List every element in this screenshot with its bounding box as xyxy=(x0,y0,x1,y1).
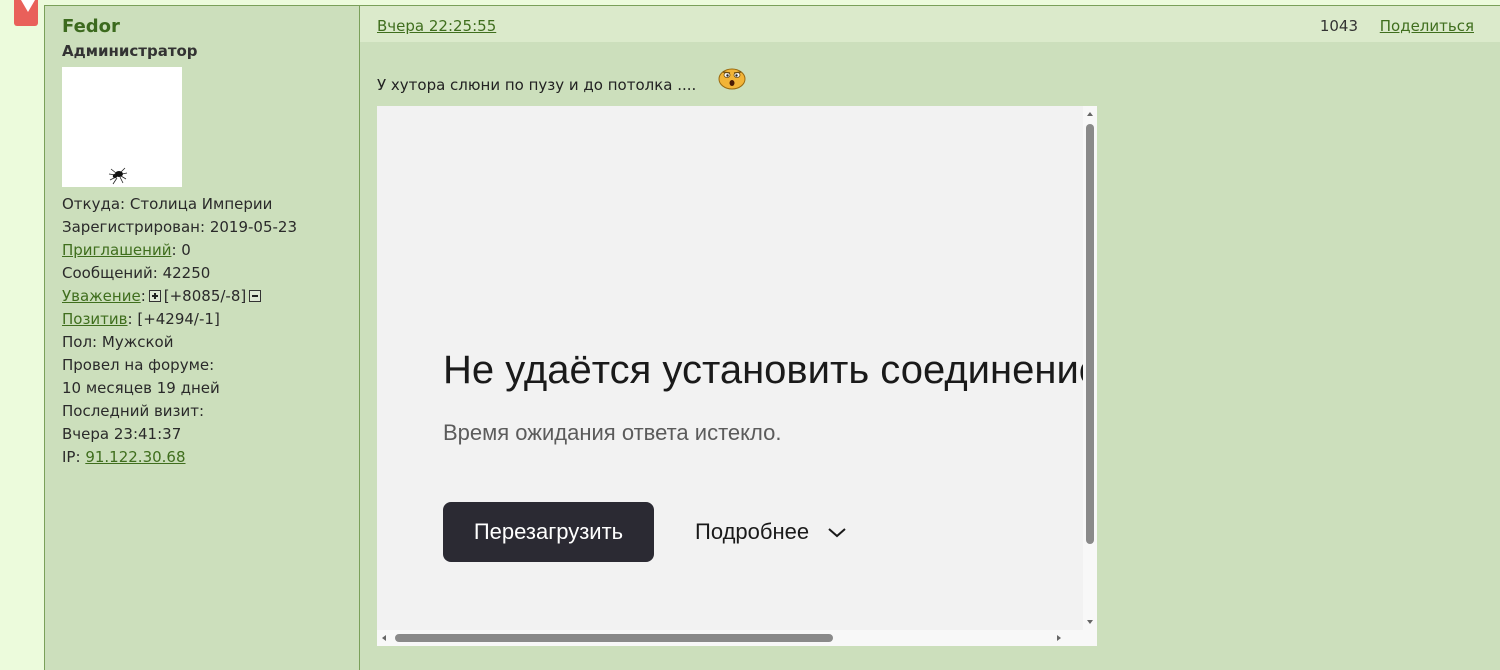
post-content: Вчера 22:25:55 1043 Поделиться У хутора … xyxy=(360,6,1500,670)
scroll-right-icon[interactable] xyxy=(1055,634,1063,642)
author-positive: Позитив: [+4294/-1] xyxy=(62,308,359,331)
error-subtitle: Время ожидания ответа истекло. xyxy=(443,420,782,445)
registered-value: 2019-05-23 xyxy=(209,218,298,236)
vertical-scroll-thumb[interactable] xyxy=(1086,124,1094,544)
author-respect: Уважение: [+8085/-8] xyxy=(62,285,359,308)
scroll-down-icon[interactable] xyxy=(1086,618,1094,626)
reload-button[interactable]: Перезагрузить xyxy=(443,502,654,562)
messages-value: 42250 xyxy=(162,264,211,282)
post-header: Вчера 22:25:55 1043 Поделиться xyxy=(360,6,1500,42)
post-date-link[interactable]: Вчера 22:25:55 xyxy=(377,16,496,36)
scroll-corner xyxy=(1083,630,1097,646)
author-messages: Сообщений: 42250 xyxy=(62,262,359,285)
forum-post: Fedor Администратор Откуда: Столица Импе… xyxy=(44,5,1500,670)
vertical-scrollbar[interactable] xyxy=(1083,106,1097,630)
share-link[interactable]: Поделиться xyxy=(1380,16,1474,36)
author-from: Откуда: Столица Империи xyxy=(62,193,359,216)
details-label: Подробнее xyxy=(695,519,810,544)
page: Fedor Администратор Откуда: Столица Импе… xyxy=(0,0,1500,670)
post-number: 1043 xyxy=(1319,17,1358,35)
post-body: У хутора слюни по пузу и до потолка .... xyxy=(377,66,747,97)
author-registered: Зарегистрирован: 2019-05-23 xyxy=(62,216,359,239)
minus-icon[interactable] xyxy=(249,290,262,302)
embedded-frame[interactable]: Не удаётся установить соединение Время о… xyxy=(377,106,1097,646)
from-value: Столица Империи xyxy=(129,195,273,213)
invites-value: : 0 xyxy=(171,241,191,259)
last-visit-value: Вчера 23:41:37 xyxy=(62,425,182,443)
horizontal-scrollbar[interactable] xyxy=(377,630,1083,646)
respect-link[interactable]: Уважение xyxy=(62,287,141,305)
author-ip: IP: 91.122.30.68 xyxy=(62,446,359,469)
chevron-down-icon xyxy=(828,528,846,538)
author-panel: Fedor Администратор Откуда: Столица Импе… xyxy=(45,6,360,670)
ip-link[interactable]: 91.122.30.68 xyxy=(85,448,185,466)
gender-label: Пол: xyxy=(62,333,98,351)
respect-value: [+8085/-8] xyxy=(163,287,247,305)
author-gender: Пол: Мужской xyxy=(62,331,359,354)
spider-icon xyxy=(108,167,128,185)
details-button[interactable]: Подробнее xyxy=(695,502,847,562)
registered-label: Зарегистрирован: xyxy=(62,218,206,236)
error-title: Не удаётся установить соединение xyxy=(443,348,1097,392)
post-text: У хутора слюни по пузу и до потолка .... xyxy=(377,76,697,94)
positive-link[interactable]: Позитив xyxy=(62,310,128,328)
ip-label: IP: xyxy=(62,448,81,466)
horizontal-scroll-thumb[interactable] xyxy=(395,634,833,642)
avatar xyxy=(62,67,182,187)
author-name[interactable]: Fedor xyxy=(62,16,359,38)
bookmark-icon[interactable] xyxy=(14,0,38,26)
time-on-forum-label: Провел на форуме: xyxy=(62,356,215,374)
messages-label: Сообщений: xyxy=(62,264,158,282)
smiley-icon xyxy=(718,68,746,90)
positive-value: : [+4294/-1] xyxy=(127,310,220,328)
invites-link[interactable]: Приглашений xyxy=(62,241,171,259)
scroll-left-icon[interactable] xyxy=(380,634,388,642)
gender-value: Мужской xyxy=(101,333,174,351)
author-invites: Приглашений: 0 xyxy=(62,239,359,262)
last-visit-label: Последний визит: xyxy=(62,402,205,420)
time-on-forum-value: 10 месяцев 19 дней xyxy=(62,379,220,397)
scroll-up-icon[interactable] xyxy=(1086,110,1094,118)
author-role: Администратор xyxy=(62,42,198,60)
plus-icon[interactable] xyxy=(148,290,161,302)
from-label: Откуда: xyxy=(62,195,126,213)
